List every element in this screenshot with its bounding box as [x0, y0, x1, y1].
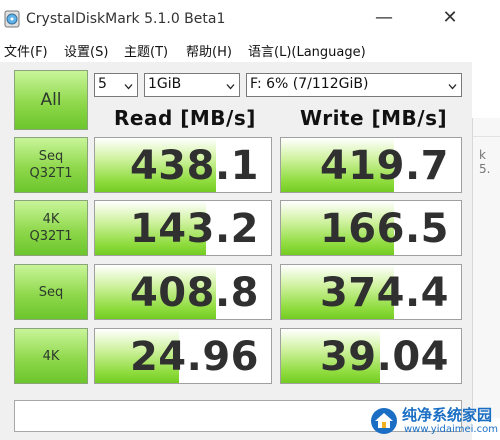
chevron-down-icon — [226, 84, 235, 90]
test-size-value: 1GiB — [148, 76, 182, 92]
title-bar[interactable]: CrystalDiskMark 5.1.0 Beta1 — ✕ — [0, 0, 472, 40]
4k-q32t1-button[interactable]: 4K Q32T1 — [14, 200, 88, 256]
seq-q32t1-read-result: 438.1 — [94, 137, 272, 193]
write-column-header: Write [MB/s] — [300, 106, 448, 130]
test-count-value: 5 — [98, 76, 107, 92]
watermark-text: 纯净系统家园 — [402, 406, 493, 424]
menu-file[interactable]: 文件(F) — [4, 41, 48, 60]
seq-q32t1-write-result: 419.7 — [280, 137, 462, 193]
drive-value: F: 6% (7/112GiB) — [250, 76, 369, 92]
menu-help[interactable]: 帮助(H) — [186, 41, 232, 60]
4k-q32t1-read-result: 143.2 — [94, 200, 272, 256]
seq-write-result: 374.4 — [280, 264, 462, 320]
4k-write-result: 39.04 — [280, 328, 462, 384]
result-value: 374.4 — [319, 270, 449, 316]
seq-q32t1-button[interactable]: Seq Q32T1 — [14, 137, 88, 193]
result-value: 24.96 — [129, 334, 259, 380]
menu-bar: 文件(F) 设置(S) 主题(T) 帮助(H) 语言(L)(Language) — [0, 40, 472, 62]
result-value: 143.2 — [129, 206, 259, 252]
crystaldiskmark-window: CrystalDiskMark 5.1.0 Beta1 — ✕ 文件(F) 设置… — [0, 0, 472, 440]
result-value: 419.7 — [319, 143, 449, 189]
window-title: CrystalDiskMark 5.1.0 Beta1 — [26, 11, 226, 27]
drive-select[interactable]: F: 6% (7/112GiB) — [246, 73, 462, 97]
disk-icon — [4, 10, 20, 28]
seq-read-result: 408.8 — [94, 264, 272, 320]
seq-button[interactable]: Seq — [14, 264, 88, 320]
all-button-label: All — [40, 90, 62, 110]
background-window-divider — [473, 136, 500, 137]
watermark: 纯净系统家园 www.yidaimei.com — [370, 404, 498, 438]
result-value: 408.8 — [129, 270, 259, 316]
row-label-line2: Q32T1 — [29, 229, 73, 244]
menu-theme[interactable]: 主题(T) — [124, 41, 168, 60]
background-window: k 5. — [472, 118, 500, 418]
read-column-header: Read [MB/s] — [114, 106, 256, 130]
row-label-line1: Seq — [38, 149, 64, 164]
row-label-line1: Seq — [38, 284, 64, 300]
4k-read-result: 24.96 — [94, 328, 272, 384]
test-size-select[interactable]: 1GiB — [144, 73, 240, 97]
row-label-line1: 4K — [42, 348, 60, 364]
chevron-down-icon — [124, 84, 133, 90]
menu-language[interactable]: 语言(L)(Language) — [248, 41, 366, 60]
result-value: 39.04 — [319, 334, 449, 380]
chevron-down-icon — [448, 84, 457, 90]
minimize-button[interactable]: — — [374, 8, 394, 28]
menu-settings[interactable]: 设置(S) — [64, 41, 108, 60]
house-logo-icon — [371, 408, 397, 434]
watermark-url: www.yidaimei.com — [404, 424, 498, 435]
test-count-select[interactable]: 5 — [94, 73, 138, 97]
close-button[interactable]: ✕ — [440, 8, 460, 28]
row-label-line1: 4K — [42, 212, 60, 227]
result-value: 166.5 — [319, 206, 449, 252]
background-window-text: k 5. — [479, 148, 491, 176]
row-label-line2: Q32T1 — [29, 166, 73, 181]
4k-button[interactable]: 4K — [14, 328, 88, 384]
4k-q32t1-write-result: 166.5 — [280, 200, 462, 256]
result-value: 438.1 — [129, 143, 259, 189]
all-button[interactable]: All — [14, 70, 88, 130]
